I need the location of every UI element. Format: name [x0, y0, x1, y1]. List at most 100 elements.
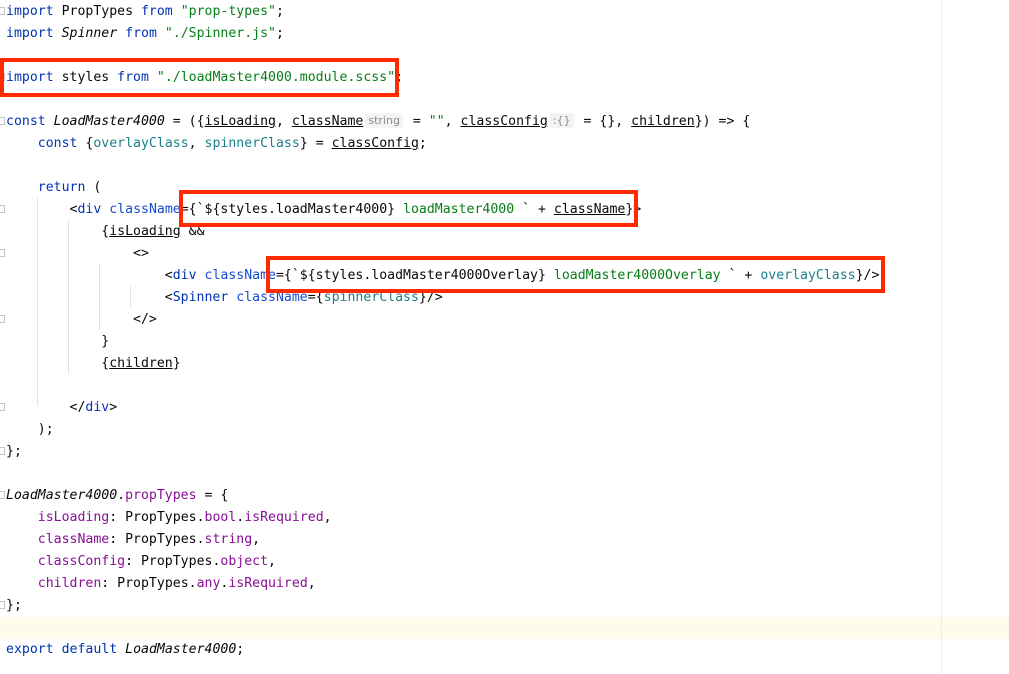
code-token: isLoading	[109, 224, 181, 239]
code-line[interactable]: const LoadMaster4000 = ({isLoading, clas…	[6, 111, 750, 133]
code-token: };	[6, 444, 22, 459]
code-token: spinnerClass	[204, 136, 300, 151]
code-line[interactable]: {isLoading &&	[6, 221, 204, 243]
code-token: from	[140, 4, 173, 19]
type-hint: :{}	[549, 113, 574, 128]
code-token: isLoading	[204, 114, 276, 129]
code-line[interactable]: </div>	[6, 397, 118, 419]
code-token: ;	[276, 26, 284, 41]
code-token: {	[6, 356, 110, 371]
code-token: ,	[252, 532, 261, 547]
code-token: ;	[418, 136, 427, 151]
code-line[interactable]: return (	[6, 177, 102, 199]
code-token: = ({	[164, 114, 205, 129]
code-line[interactable]: <>	[6, 243, 149, 265]
code-token: className	[37, 532, 110, 547]
code-token: className	[109, 202, 181, 217]
code-line[interactable]: };	[6, 441, 22, 463]
code-editor[interactable]: import PropTypes from "prop-types"; impor…	[0, 0, 1009, 674]
code-line[interactable]: children: PropTypes.any.isRequired,	[6, 573, 316, 595]
code-token: div	[77, 202, 102, 217]
code-token: <	[6, 268, 173, 283]
code-token: ,	[188, 136, 205, 151]
code-token: div	[172, 268, 197, 283]
code-line[interactable]: </>	[6, 309, 157, 331]
code-line[interactable]: }	[6, 331, 109, 353]
code-token: children	[37, 576, 102, 591]
code-token: } =	[299, 136, 332, 151]
code-token: const	[6, 114, 46, 129]
code-token: LoadMaster4000	[125, 642, 237, 657]
code-token: ;	[236, 642, 245, 657]
code-token: object	[220, 554, 269, 569]
fold-marker-icon[interactable]	[0, 7, 5, 15]
code-token: : PropTypes.	[125, 554, 221, 569]
code-line[interactable]: className: PropTypes.string,	[6, 529, 260, 551]
type-hint: string	[365, 113, 403, 128]
code-token: ,	[307, 576, 316, 591]
code-token: any	[196, 576, 221, 591]
code-token: ,	[323, 510, 332, 525]
code-token: >	[109, 400, 118, 415]
code-line[interactable]: import PropTypes from "prop-types";	[6, 1, 284, 23]
code-line[interactable]: {children}	[6, 353, 180, 375]
code-token: propTypes	[125, 488, 197, 503]
code-token: <	[6, 290, 173, 305]
code-line[interactable]: );	[6, 419, 54, 441]
fold-marker-icon[interactable]	[0, 315, 5, 323]
code-token: const	[37, 136, 78, 151]
code-line[interactable]: };	[6, 595, 22, 617]
code-token: default	[61, 642, 118, 657]
code-token: return	[37, 180, 86, 195]
fold-marker-icon[interactable]	[0, 117, 5, 125]
fold-marker-icon[interactable]	[0, 601, 5, 609]
code-token: <	[6, 202, 78, 217]
code-token: .	[117, 488, 126, 503]
code-token: className	[291, 114, 364, 129]
code-line[interactable]: const {overlayClass, spinnerClass} = cla…	[6, 133, 427, 155]
code-token: children	[109, 356, 173, 371]
code-token: (	[85, 180, 102, 195]
code-line[interactable]: import Spinner from "./Spinner.js";	[6, 23, 284, 45]
code-line[interactable]: LoadMaster4000.propTypes = {	[6, 485, 228, 507]
code-token: classConfig	[460, 114, 548, 129]
code-token: ,	[275, 114, 292, 129]
code-token: bool	[204, 510, 237, 525]
annotation-box-classname-template	[179, 190, 638, 227]
code-token: {	[77, 136, 94, 151]
fold-marker-icon[interactable]	[0, 447, 5, 455]
code-token: classConfig	[331, 136, 419, 151]
code-line[interactable]: export default LoadMaster4000;	[6, 639, 244, 661]
code-token: string	[204, 532, 253, 547]
code-token: LoadMaster4000	[6, 488, 118, 503]
fold-marker-icon[interactable]	[0, 205, 5, 213]
code-token: isRequired	[228, 576, 308, 591]
code-token: import	[6, 26, 54, 41]
code-token: </	[6, 400, 86, 415]
code-token: </>	[6, 312, 157, 327]
code-token: : PropTypes.	[109, 510, 205, 525]
code-token: Spinner	[172, 290, 229, 305]
code-line[interactable]: isLoading: PropTypes.bool.isRequired,	[6, 507, 332, 529]
code-token: LoadMaster4000	[53, 114, 165, 129]
code-token: );	[6, 422, 54, 437]
fold-marker-icon[interactable]	[0, 491, 5, 499]
code-token: ,	[444, 114, 461, 129]
code-token: };	[6, 598, 22, 613]
fold-marker-icon[interactable]	[0, 403, 5, 411]
code-line[interactable]: classConfig: PropTypes.object,	[6, 551, 276, 573]
code-token: : PropTypes.	[109, 532, 205, 547]
code-token: <>	[6, 246, 149, 261]
annotation-box-overlay-classname	[266, 256, 885, 293]
code-token: "./Spinner.js"	[164, 26, 276, 41]
fold-marker-icon[interactable]	[0, 249, 5, 257]
